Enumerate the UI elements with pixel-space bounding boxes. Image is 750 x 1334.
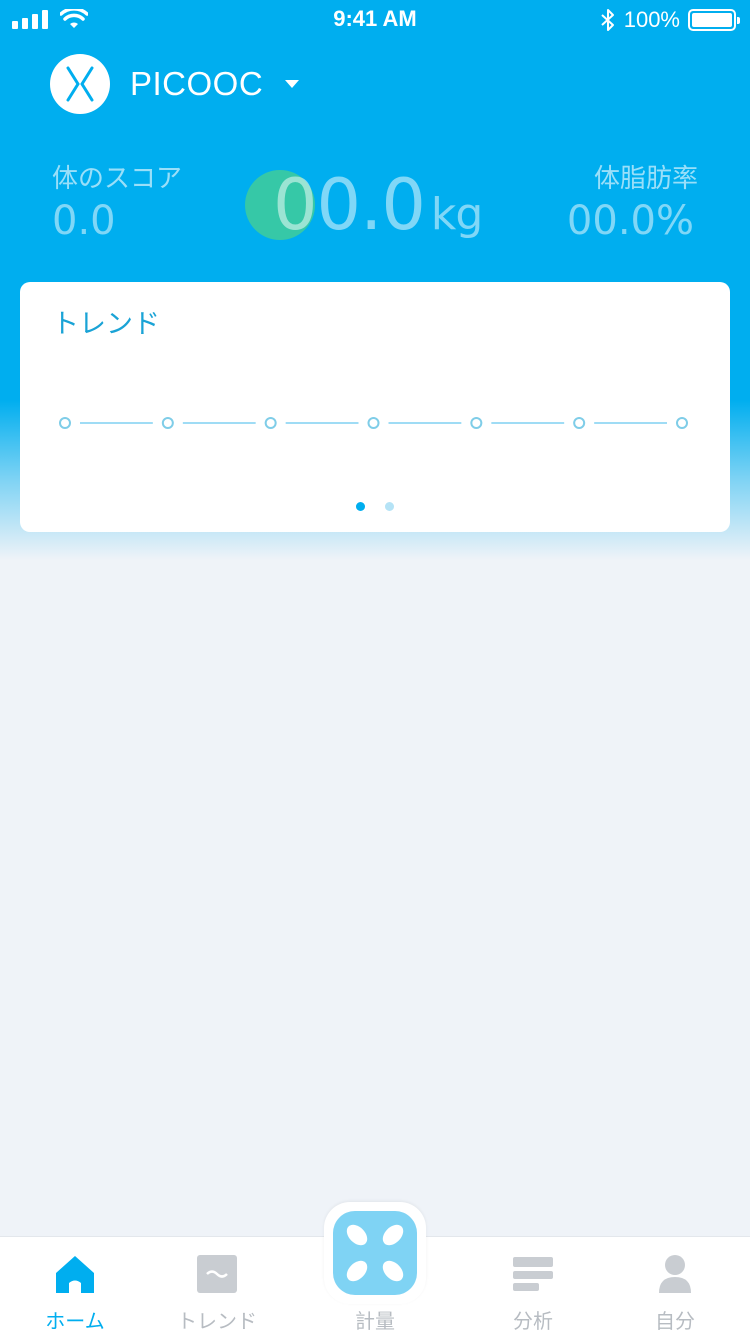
- tab-label: 自分: [655, 1309, 695, 1333]
- measure-button-face: [333, 1211, 417, 1295]
- tab-label: ホーム: [45, 1309, 105, 1333]
- home-icon: [56, 1256, 94, 1293]
- status-bar: 9:41 AM 100%: [0, 0, 750, 40]
- trend-point: [367, 417, 380, 429]
- tab-label: 計量: [355, 1309, 395, 1333]
- measure-button[interactable]: [324, 1202, 426, 1304]
- battery-fill: [692, 13, 732, 27]
- trend-line-chart: [59, 417, 688, 429]
- battery-icon: [688, 9, 740, 31]
- status-right-group: 100%: [600, 7, 740, 33]
- weight-unit: kg: [430, 189, 483, 240]
- tab-label: トレンド: [177, 1309, 257, 1333]
- scale-icon: [346, 1224, 404, 1282]
- profile-icon: [659, 1255, 691, 1293]
- user-switcher[interactable]: PICOOC: [50, 54, 300, 114]
- analysis-icon: [513, 1257, 553, 1291]
- tab-trend[interactable]: トレンド: [142, 1237, 292, 1334]
- tab-label: 分析: [513, 1309, 553, 1333]
- trend-icon: [197, 1255, 237, 1293]
- bluetooth-icon: [601, 9, 614, 31]
- battery-tip: [737, 17, 740, 24]
- trend-point: [470, 417, 483, 429]
- chevron-down-icon[interactable]: [285, 80, 300, 88]
- weight-value-group: 00.0 kg: [273, 164, 483, 255]
- battery-percent: 100%: [623, 7, 680, 32]
- brand-name: PICOOC: [130, 65, 264, 102]
- tab-profile[interactable]: 自分: [600, 1237, 750, 1334]
- page-indicator: [20, 502, 730, 511]
- picooc-logo-icon: [50, 54, 110, 114]
- trend-point: [59, 417, 71, 429]
- body-fat-label: 体脂肪率: [593, 164, 698, 194]
- body-score-label: 体のスコア: [52, 164, 183, 194]
- page-dot[interactable]: [356, 502, 365, 511]
- page-dot[interactable]: [385, 502, 394, 511]
- trend-card[interactable]: トレンド: [20, 282, 730, 532]
- trend-point: [264, 417, 277, 429]
- trend-point: [676, 417, 688, 429]
- tab-analysis[interactable]: 分析: [458, 1237, 608, 1334]
- trend-point: [573, 417, 586, 429]
- trend-point: [161, 417, 174, 429]
- body-score-value: 0.0: [52, 198, 116, 244]
- body-fat-value: 00.0%: [566, 198, 694, 244]
- weight-value: 00.0: [273, 164, 426, 246]
- tab-home[interactable]: ホーム: [0, 1237, 150, 1334]
- weight-display: 00.0 kg: [245, 165, 485, 245]
